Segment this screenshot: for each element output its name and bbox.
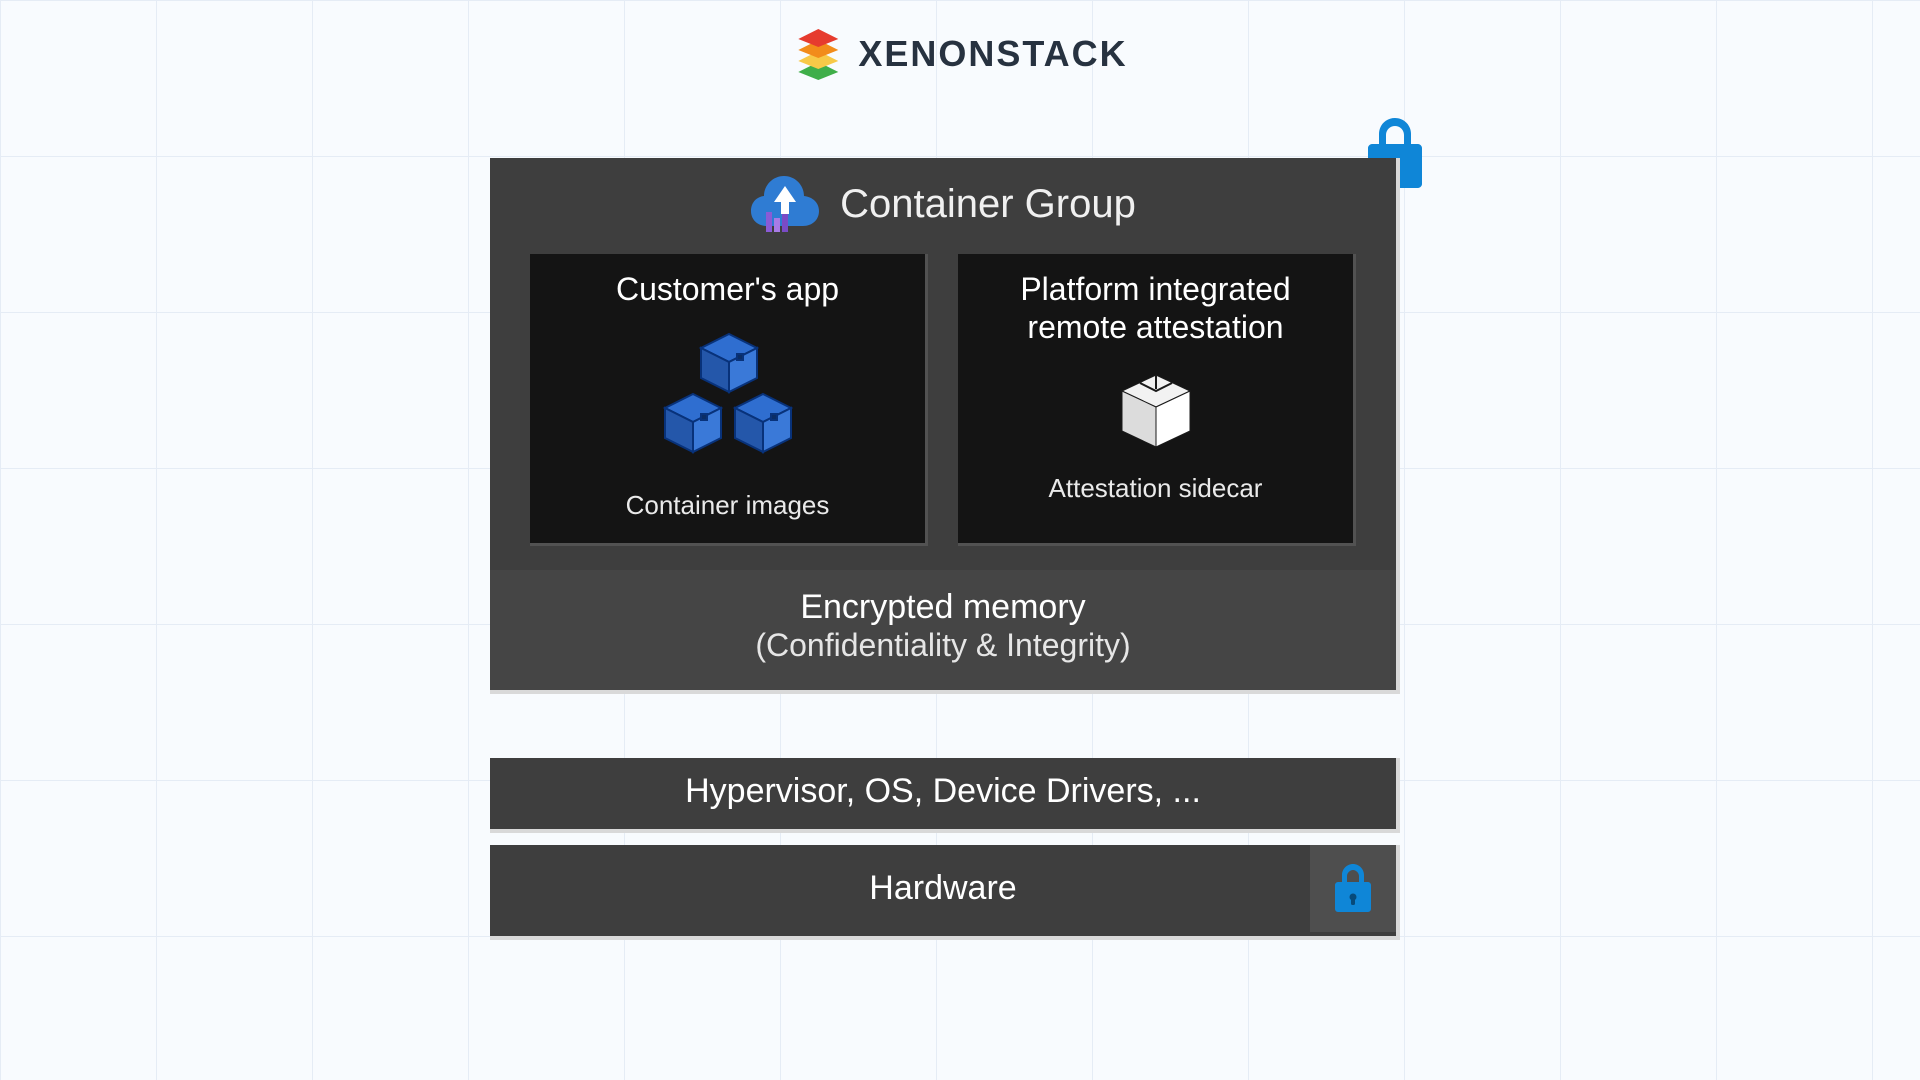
hypervisor-bar: Hypervisor, OS, Device Drivers, ... [490,758,1400,833]
customer-app-title: Customer's app [616,270,839,308]
encrypted-memory-bar: Encrypted memory (Confidentiality & Inte… [490,570,1396,690]
hardware-label: Hardware [869,869,1016,907]
attestation-card: Platform integrated remote attestation A… [958,254,1356,546]
attestation-title: Platform integrated remote attestation [968,270,1343,347]
cloud-upload-icon [750,172,820,236]
architecture-diagram: Container Group Customer's app [490,158,1400,940]
container-group-header: Container Group [490,158,1396,254]
memory-line2: (Confidentiality & Integrity) [490,627,1396,664]
container-group-panel: Container Group Customer's app [490,158,1400,694]
stack-icon [792,28,844,80]
lock-icon [1310,845,1396,932]
brand-name: XENONSTACK [858,33,1127,75]
customer-app-card: Customer's app [530,254,928,546]
container-group-title: Container Group [840,182,1136,227]
hypervisor-label: Hypervisor, OS, Device Drivers, ... [685,772,1201,810]
spacer [490,706,1400,746]
boxes-icon [653,330,803,470]
attestation-subtitle: Attestation sidecar [1049,473,1263,504]
container-group-body: Customer's app [490,254,1396,570]
customer-app-subtitle: Container images [626,490,830,521]
cube-icon [1114,369,1198,453]
memory-line1: Encrypted memory [490,588,1396,627]
hardware-bar: Hardware [490,845,1400,940]
brand-logo: XENONSTACK [792,28,1127,80]
